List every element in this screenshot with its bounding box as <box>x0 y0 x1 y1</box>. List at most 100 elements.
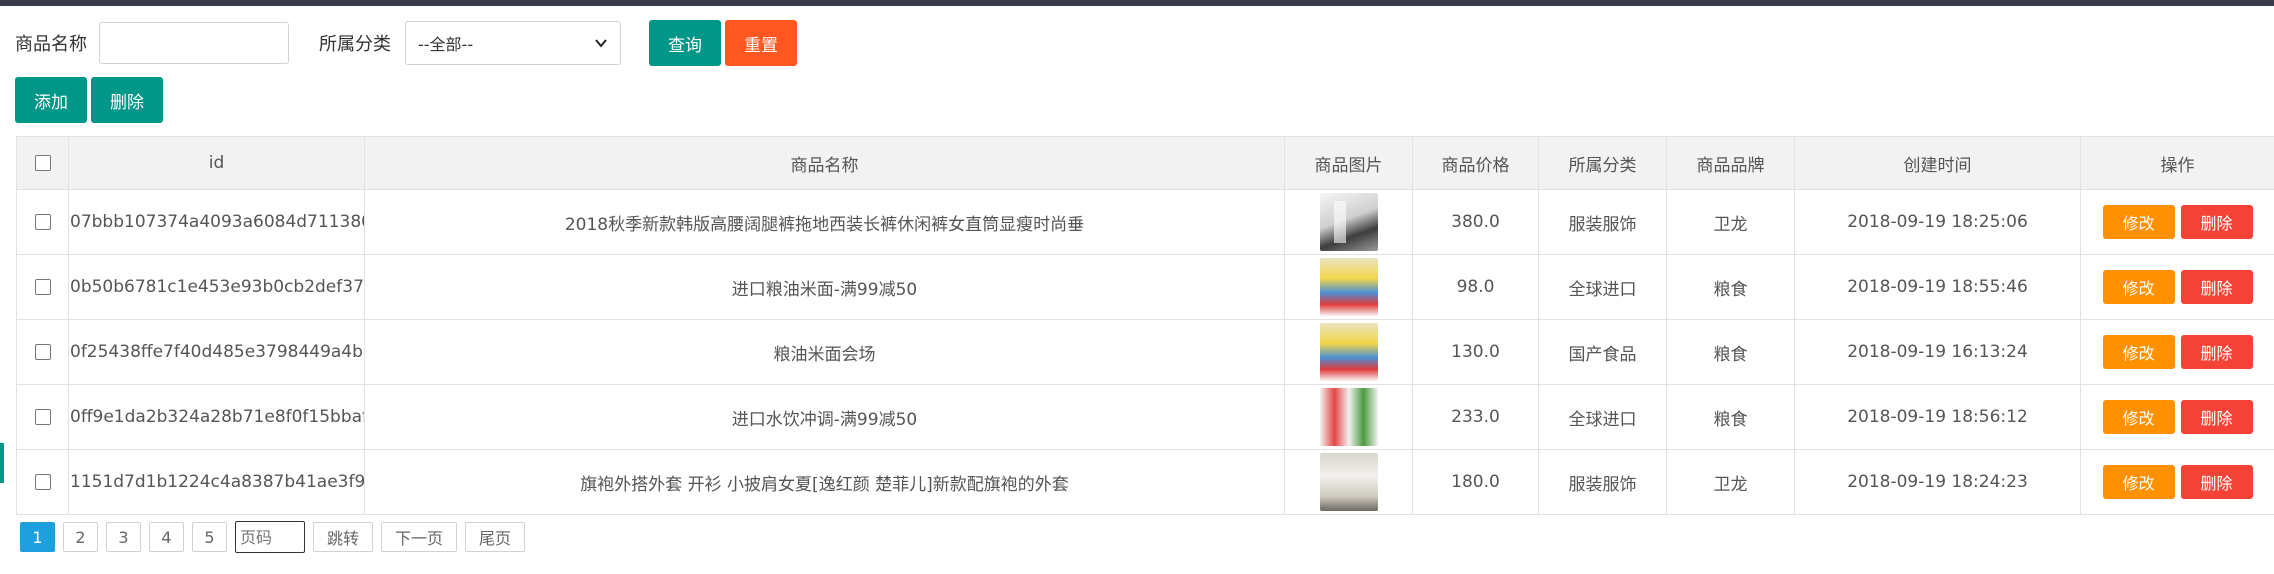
row-checkbox[interactable] <box>34 279 51 295</box>
cell-actions: 修改 删除 <box>2080 189 2274 255</box>
header-brand: 商品品牌 <box>1666 136 1795 190</box>
cell-actions: 修改 删除 <box>2080 384 2274 450</box>
jump-button[interactable]: 跳转 <box>313 522 373 552</box>
table-row: 07bbb107374a4093a6084d71138004bf 2018秋季新… <box>16 189 2274 255</box>
cell-price: 130.0 <box>1412 319 1539 385</box>
cell-actions: 修改 删除 <box>2080 449 2274 515</box>
batch-delete-button[interactable]: 删除 <box>91 77 163 123</box>
header-actions: 操作 <box>2080 136 2274 190</box>
page-number-input[interactable] <box>235 521 305 553</box>
cell-price: 380.0 <box>1412 189 1539 255</box>
cell-category: 服装服饰 <box>1538 189 1667 255</box>
header-created: 创建时间 <box>1794 136 2081 190</box>
page-5[interactable]: 5 <box>192 522 227 552</box>
next-page-button[interactable]: 下一页 <box>381 522 457 552</box>
select-all-checkbox[interactable] <box>34 155 51 171</box>
cell-price: 98.0 <box>1412 254 1539 320</box>
cell-id: 07bbb107374a4093a6084d71138004bf <box>68 189 365 255</box>
header-image: 商品图片 <box>1284 136 1413 190</box>
delete-button[interactable]: 删除 <box>2180 270 2253 304</box>
page-3[interactable]: 3 <box>106 522 141 552</box>
edit-button[interactable]: 修改 <box>2102 400 2175 434</box>
cell-brand: 卫龙 <box>1666 189 1795 255</box>
cell-created: 2018-09-19 18:55:46 <box>1794 254 2081 320</box>
cell-id: 1151d7d1b1224c4a8387b41ae3f98766 <box>68 449 365 515</box>
header-id: id <box>68 136 365 190</box>
row-checkbox[interactable] <box>34 409 51 425</box>
edit-button[interactable]: 修改 <box>2102 465 2175 499</box>
toolbar: 添加 删除 <box>15 77 163 123</box>
cell-image <box>1284 189 1413 255</box>
cell-price: 180.0 <box>1412 449 1539 515</box>
cell-image <box>1284 254 1413 320</box>
product-thumbnail[interactable] <box>1319 323 1378 381</box>
product-thumbnail[interactable] <box>1319 388 1378 446</box>
chevron-down-icon <box>595 39 607 48</box>
search-form: 商品名称 所属分类 --全部-- 查询 重置 <box>15 20 797 66</box>
table-row: 0ff9e1da2b324a28b71e8f0f15bbaf2e 进口水饮冲调-… <box>16 384 2274 450</box>
side-accent <box>0 443 4 483</box>
top-bar <box>0 0 2274 6</box>
category-select-value: --全部-- <box>418 35 474 54</box>
product-table: id 商品名称 商品图片 商品价格 所属分类 商品品牌 创建时间 操作 07bb… <box>16 136 2274 515</box>
last-page-button[interactable]: 尾页 <box>465 522 525 552</box>
cell-category: 服装服饰 <box>1538 449 1667 515</box>
row-checkbox[interactable] <box>34 344 51 360</box>
cell-id: 0b50b6781c1e453e93b0cb2def378158 <box>68 254 365 320</box>
cell-name: 旗袍外搭外套 开衫 小披肩女夏[逸红颜 楚菲儿]新款配旗袍的外套 <box>364 449 1285 515</box>
cell-id: 0ff9e1da2b324a28b71e8f0f15bbaf2e <box>68 384 365 450</box>
cell-created: 2018-09-19 18:24:23 <box>1794 449 2081 515</box>
cell-actions: 修改 删除 <box>2080 254 2274 320</box>
edit-button[interactable]: 修改 <box>2102 205 2175 239</box>
product-name-label: 商品名称 <box>15 34 87 55</box>
cell-price: 233.0 <box>1412 384 1539 450</box>
cell-name: 粮油米面会场 <box>364 319 1285 385</box>
category-select[interactable]: --全部-- <box>405 21 621 65</box>
product-list-page: 商品名称 所属分类 --全部-- 查询 重置 添加 删除 id 商品名称 商品图… <box>0 0 2274 574</box>
cell-brand: 粮食 <box>1666 254 1795 320</box>
cell-name: 2018秋季新款韩版高腰阔腿裤拖地西装长裤休闲裤女直筒显瘦时尚垂 <box>364 189 1285 255</box>
query-button[interactable]: 查询 <box>649 20 721 66</box>
cell-image <box>1284 319 1413 385</box>
product-thumbnail[interactable] <box>1319 453 1378 511</box>
row-checkbox[interactable] <box>34 474 51 490</box>
cell-name: 进口粮油米面-满99减50 <box>364 254 1285 320</box>
page-4[interactable]: 4 <box>149 522 184 552</box>
delete-button[interactable]: 删除 <box>2180 400 2253 434</box>
cell-brand: 粮食 <box>1666 319 1795 385</box>
table-row: 0b50b6781c1e453e93b0cb2def378158 进口粮油米面-… <box>16 254 2274 320</box>
cell-name: 进口水饮冲调-满99减50 <box>364 384 1285 450</box>
pagination: 1 2 3 4 5 跳转 下一页 尾页 <box>20 521 525 553</box>
cell-created: 2018-09-19 18:25:06 <box>1794 189 2081 255</box>
delete-button[interactable]: 删除 <box>2180 335 2253 369</box>
cell-image <box>1284 384 1413 450</box>
header-name: 商品名称 <box>364 136 1285 190</box>
category-label: 所属分类 <box>319 34 391 55</box>
edit-button[interactable]: 修改 <box>2102 270 2175 304</box>
product-thumbnail[interactable] <box>1319 258 1378 316</box>
add-button[interactable]: 添加 <box>15 77 87 123</box>
edit-button[interactable]: 修改 <box>2102 335 2175 369</box>
delete-button[interactable]: 删除 <box>2180 465 2253 499</box>
cell-category: 国产食品 <box>1538 319 1667 385</box>
page-2[interactable]: 2 <box>63 522 98 552</box>
table-row: 1151d7d1b1224c4a8387b41ae3f98766 旗袍外搭外套 … <box>16 449 2274 515</box>
header-price: 商品价格 <box>1412 136 1539 190</box>
table-header-row: id 商品名称 商品图片 商品价格 所属分类 商品品牌 创建时间 操作 <box>16 136 2274 190</box>
cell-category: 全球进口 <box>1538 384 1667 450</box>
cell-id: 0f25438ffe7f40d485e3798449a4b765 <box>68 319 365 385</box>
page-1[interactable]: 1 <box>20 522 55 552</box>
cell-created: 2018-09-19 18:56:12 <box>1794 384 2081 450</box>
cell-image <box>1284 449 1413 515</box>
reset-button[interactable]: 重置 <box>725 20 797 66</box>
cell-created: 2018-09-19 16:13:24 <box>1794 319 2081 385</box>
product-name-input[interactable] <box>99 22 289 64</box>
cell-brand: 卫龙 <box>1666 449 1795 515</box>
product-thumbnail[interactable] <box>1319 193 1378 251</box>
table-row: 0f25438ffe7f40d485e3798449a4b765 粮油米面会场 … <box>16 319 2274 385</box>
cell-actions: 修改 删除 <box>2080 319 2274 385</box>
row-checkbox[interactable] <box>34 214 51 230</box>
header-category: 所属分类 <box>1538 136 1667 190</box>
delete-button[interactable]: 删除 <box>2180 205 2253 239</box>
cell-brand: 粮食 <box>1666 384 1795 450</box>
